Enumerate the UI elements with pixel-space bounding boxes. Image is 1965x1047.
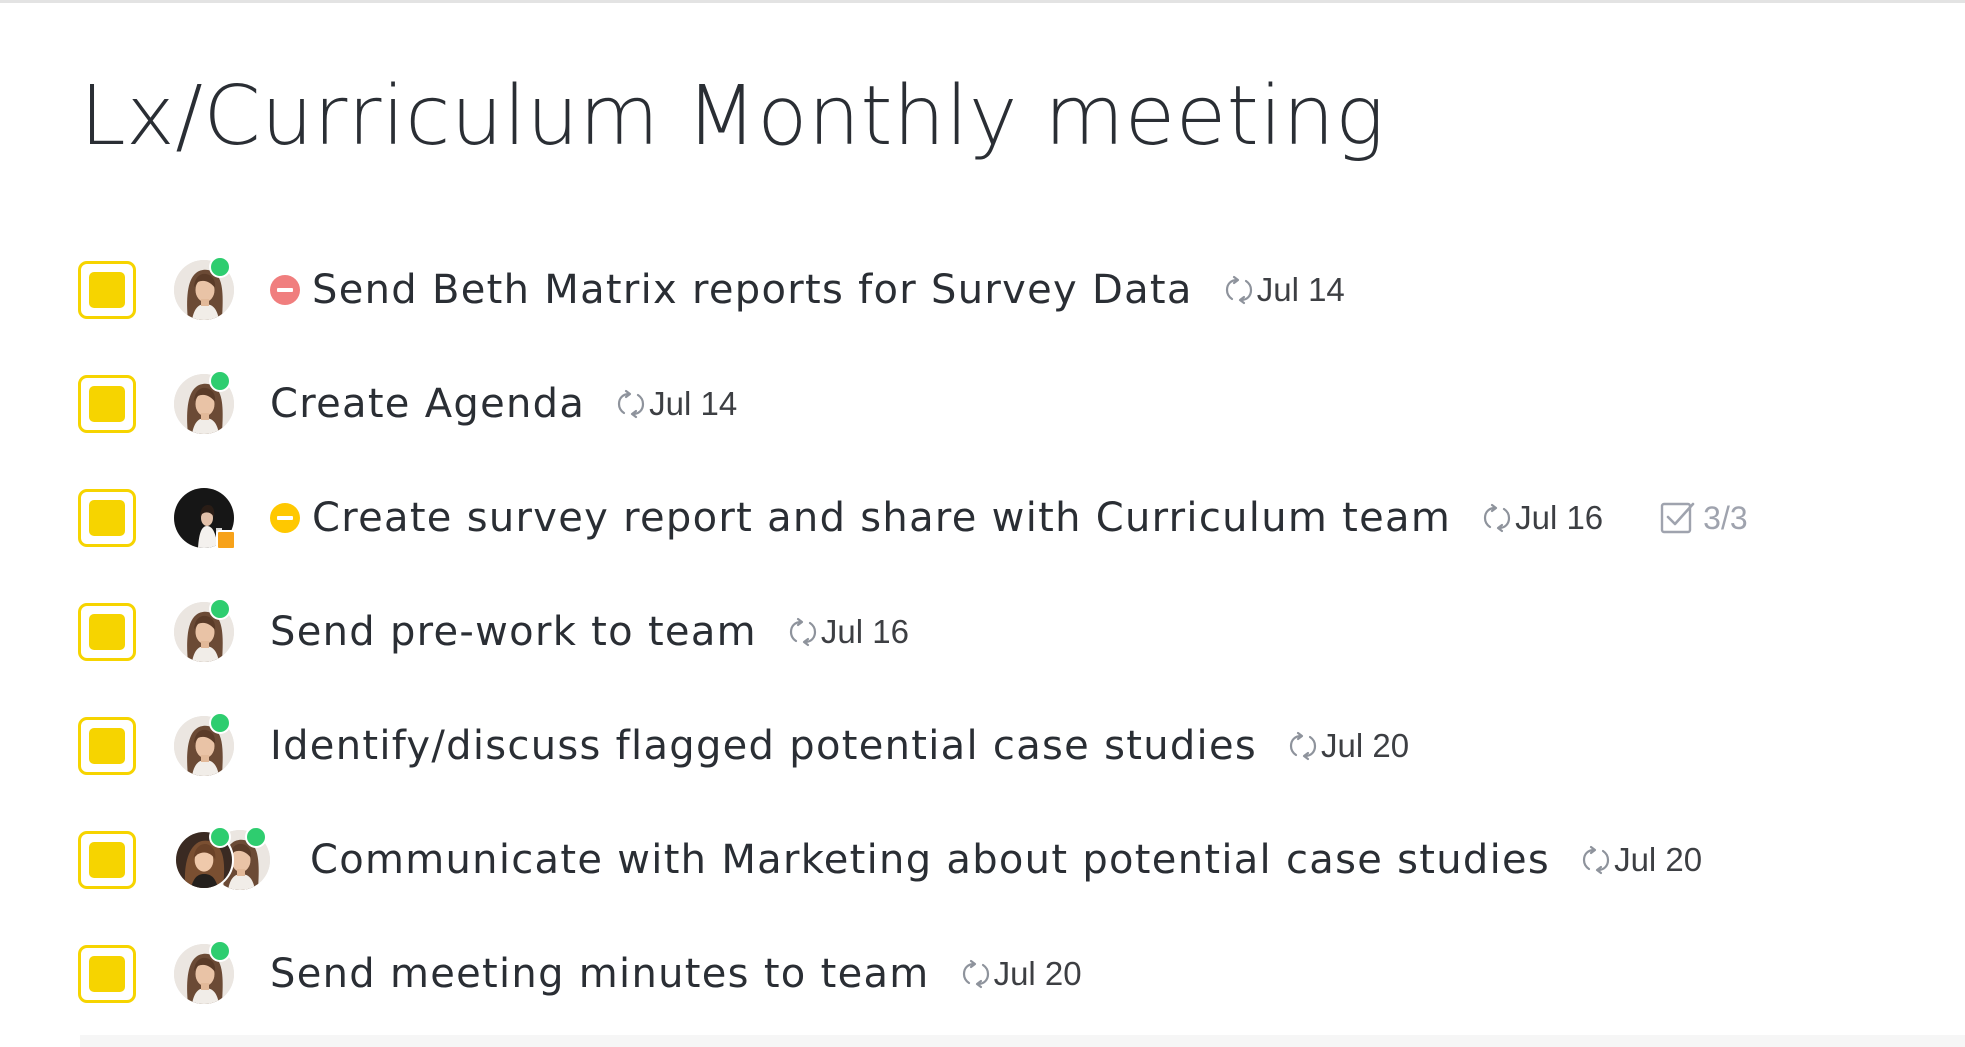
task-status-checkbox[interactable] <box>78 489 136 547</box>
checklist-icon <box>1660 502 1695 534</box>
due-date-label: Jul 14 <box>649 385 738 422</box>
task-status-checkbox[interactable] <box>78 831 136 889</box>
task-status-checkbox[interactable] <box>78 603 136 661</box>
due-date[interactable]: Jul 20 <box>1578 841 1702 879</box>
assignee-avatar[interactable] <box>174 712 234 776</box>
assignee-avatar[interactable] <box>174 370 234 434</box>
due-date-label: Jul 14 <box>1256 271 1345 308</box>
task-status-checkbox[interactable] <box>78 945 136 1003</box>
assignee-avatar[interactable] <box>174 488 236 550</box>
task-body: Create survey report and share with Curr… <box>270 493 1748 543</box>
task-body: Send Beth Matrix reports for Survey Data… <box>270 265 1345 315</box>
task-name[interactable]: Send Beth Matrix reports for Survey Data <box>312 265 1193 315</box>
recurring-icon <box>1285 728 1321 764</box>
due-date[interactable]: Jul 14 <box>613 385 737 423</box>
due-date[interactable]: Jul 14 <box>1221 271 1345 309</box>
task-status-checkbox[interactable] <box>78 261 136 319</box>
task-body: Send meeting minutes to team Jul 20 <box>270 949 1082 999</box>
recurring-icon <box>613 386 649 422</box>
task-status-checkbox[interactable] <box>78 375 136 433</box>
task-row[interactable]: Create Agenda Jul 14 <box>78 347 1938 461</box>
task-row[interactable]: Send meeting minutes to team Jul 20 <box>78 917 1938 1031</box>
assignee-avatars[interactable] <box>174 826 274 890</box>
due-date-label: Jul 20 <box>1321 727 1410 764</box>
recurring-icon <box>958 956 994 992</box>
due-date-label: Jul 16 <box>820 613 909 650</box>
bottom-divider <box>80 1035 1965 1047</box>
task-body: Communicate with Marketing about potenti… <box>310 835 1702 885</box>
task-row[interactable]: Create survey report and share with Curr… <box>78 461 1938 575</box>
online-status-icon <box>209 940 231 962</box>
task-body: Create Agenda Jul 14 <box>270 379 737 429</box>
task-name[interactable]: Create Agenda <box>270 379 585 429</box>
online-status-icon <box>209 712 231 734</box>
online-status-icon <box>209 598 231 620</box>
task-row[interactable]: Communicate with Marketing about potenti… <box>78 803 1938 917</box>
task-body: Identify/discuss flagged potential case … <box>270 721 1409 771</box>
due-date-label: Jul 20 <box>1614 841 1703 878</box>
assignee-avatar[interactable] <box>174 256 234 320</box>
away-status-icon <box>216 530 236 550</box>
due-date-label: Jul 16 <box>1515 499 1604 536</box>
task-name[interactable]: Communicate with Marketing about potenti… <box>310 835 1550 885</box>
task-name[interactable]: Send meeting minutes to team <box>270 949 930 999</box>
assignee-avatar[interactable] <box>174 598 234 662</box>
top-divider <box>0 0 1965 3</box>
due-date-label: Jul 20 <box>993 955 1082 992</box>
task-body: Send pre-work to team Jul 16 <box>270 607 909 657</box>
task-row[interactable]: Send pre-work to team Jul 16 <box>78 575 1938 689</box>
high-priority-icon[interactable] <box>270 503 300 533</box>
online-status-icon <box>209 826 231 848</box>
checklist-count: 3/3 <box>1703 499 1748 536</box>
online-status-icon <box>209 370 231 392</box>
recurring-icon <box>785 614 821 650</box>
recurring-icon <box>1578 842 1614 878</box>
page-title: Lx/Curriculum Monthly meeting <box>80 69 1385 164</box>
task-list: Send Beth Matrix reports for Survey Data… <box>78 233 1938 1031</box>
urgent-priority-icon[interactable] <box>270 275 300 305</box>
due-date[interactable]: Jul 16 <box>785 613 909 651</box>
recurring-icon <box>1479 500 1515 536</box>
online-status-icon <box>245 826 267 848</box>
checklist-progress[interactable]: 3/3 <box>1659 499 1748 537</box>
task-name[interactable]: Send pre-work to team <box>270 607 757 657</box>
task-row[interactable]: Identify/discuss flagged potential case … <box>78 689 1938 803</box>
task-row[interactable]: Send Beth Matrix reports for Survey Data… <box>78 233 1938 347</box>
task-name[interactable]: Create survey report and share with Curr… <box>312 493 1451 543</box>
due-date[interactable]: Jul 16 <box>1479 499 1603 537</box>
recurring-icon <box>1221 272 1257 308</box>
assignee-avatar[interactable] <box>174 940 234 1004</box>
due-date[interactable]: Jul 20 <box>1285 727 1409 765</box>
online-status-icon <box>209 256 231 278</box>
task-status-checkbox[interactable] <box>78 717 136 775</box>
due-date[interactable]: Jul 20 <box>958 955 1082 993</box>
task-name[interactable]: Identify/discuss flagged potential case … <box>270 721 1257 771</box>
